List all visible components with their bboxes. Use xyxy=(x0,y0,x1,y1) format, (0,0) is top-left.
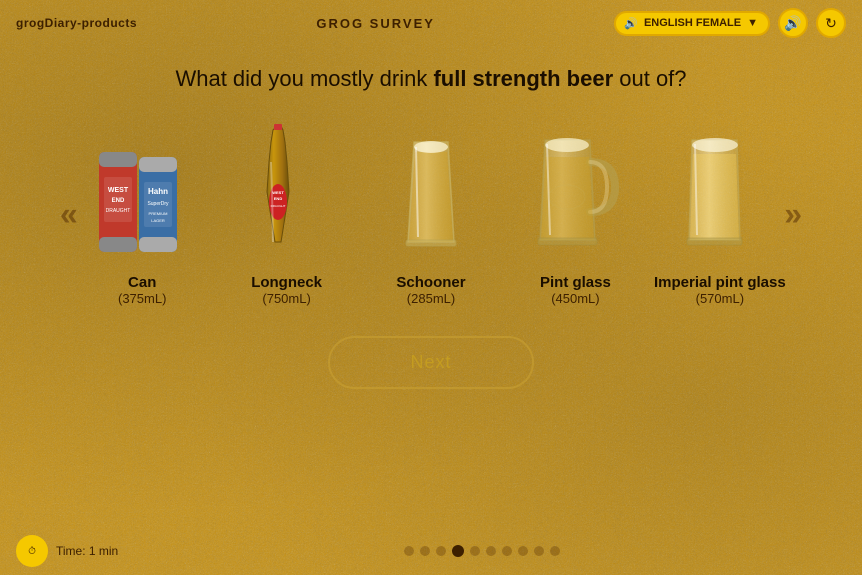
options-section: « » WEST END DRAUGHT xyxy=(50,122,812,306)
pagination-dots xyxy=(118,545,846,557)
dot-7 xyxy=(502,546,512,556)
dot-9 xyxy=(534,546,544,556)
timer: ⏱ Time: 1 min xyxy=(16,535,118,567)
dot-6 xyxy=(486,546,496,556)
question-text: What did you mostly drink full strength … xyxy=(50,66,812,92)
imperial-image xyxy=(677,122,762,262)
dot-8 xyxy=(518,546,528,556)
option-schooner[interactable]: Schooner (285mL) xyxy=(359,122,503,306)
dropdown-icon: ▼ xyxy=(747,17,758,29)
header-controls: 🔊 ENGLISH FEMALE ▼ 🔊 ↻ xyxy=(614,8,846,38)
language-label: ENGLISH FEMALE xyxy=(644,17,741,29)
schooner-sublabel: (285mL) xyxy=(407,291,455,306)
question-highlight: full strength beer xyxy=(433,66,613,91)
schooner-label: Schooner xyxy=(396,274,465,291)
pint-label: Pint glass xyxy=(540,274,611,291)
dot-2 xyxy=(420,546,430,556)
speaker-icon: 🔊 xyxy=(624,17,638,30)
nav-left-arrow[interactable]: « xyxy=(60,196,78,233)
can-label: Can xyxy=(128,274,156,291)
question-prefix: What did you mostly drink xyxy=(175,66,433,91)
can-image: WEST END DRAUGHT Hahn SuperDry xyxy=(92,122,192,262)
dot-3 xyxy=(436,546,446,556)
options-list: WEST END DRAUGHT Hahn SuperDry xyxy=(70,122,792,306)
timer-icon: ⏱ xyxy=(16,535,48,567)
svg-text:END: END xyxy=(273,196,282,201)
volume-icon: 🔊 xyxy=(784,15,801,32)
refresh-icon: ↻ xyxy=(825,15,837,32)
option-pint[interactable]: Pint glass (450mL) xyxy=(503,122,647,306)
option-longneck[interactable]: WEST END DRAUGHT Longneck (750mL) xyxy=(214,122,358,306)
pint-sublabel: (450mL) xyxy=(551,291,599,306)
dot-4-active xyxy=(452,545,464,557)
dot-1 xyxy=(404,546,414,556)
longneck-label: Longneck xyxy=(251,274,322,291)
volume-button[interactable]: 🔊 xyxy=(778,8,808,38)
nav-right-arrow[interactable]: » xyxy=(784,196,802,233)
longneck-sublabel: (750mL) xyxy=(262,291,310,306)
can-sublabel: (375mL) xyxy=(118,291,166,306)
imperial-label: Imperial pint glass xyxy=(654,274,786,291)
schooner-image xyxy=(396,122,466,262)
header: grogDiary-products GROG SURVEY 🔊 ENGLISH… xyxy=(0,0,862,46)
question-suffix: out of? xyxy=(613,66,686,91)
option-can[interactable]: WEST END DRAUGHT Hahn SuperDry xyxy=(70,122,214,306)
pint-image xyxy=(525,122,625,262)
dot-5 xyxy=(470,546,480,556)
dot-10 xyxy=(550,546,560,556)
app-logo: grogDiary-products xyxy=(16,16,137,30)
option-imperial[interactable]: Imperial pint glass (570mL) xyxy=(648,122,792,306)
survey-title: GROG SURVEY xyxy=(316,16,435,31)
main-content: What did you mostly drink full strength … xyxy=(0,46,862,389)
next-button[interactable]: Next xyxy=(328,336,533,389)
imperial-sublabel: (570mL) xyxy=(696,291,744,306)
longneck-image: WEST END DRAUGHT xyxy=(247,122,327,262)
language-selector[interactable]: 🔊 ENGLISH FEMALE ▼ xyxy=(614,11,770,36)
footer: ⏱ Time: 1 min xyxy=(0,527,862,575)
timer-label: Time: 1 min xyxy=(56,544,118,558)
refresh-button[interactable]: ↻ xyxy=(816,8,846,38)
svg-text:WEST: WEST xyxy=(272,190,284,195)
